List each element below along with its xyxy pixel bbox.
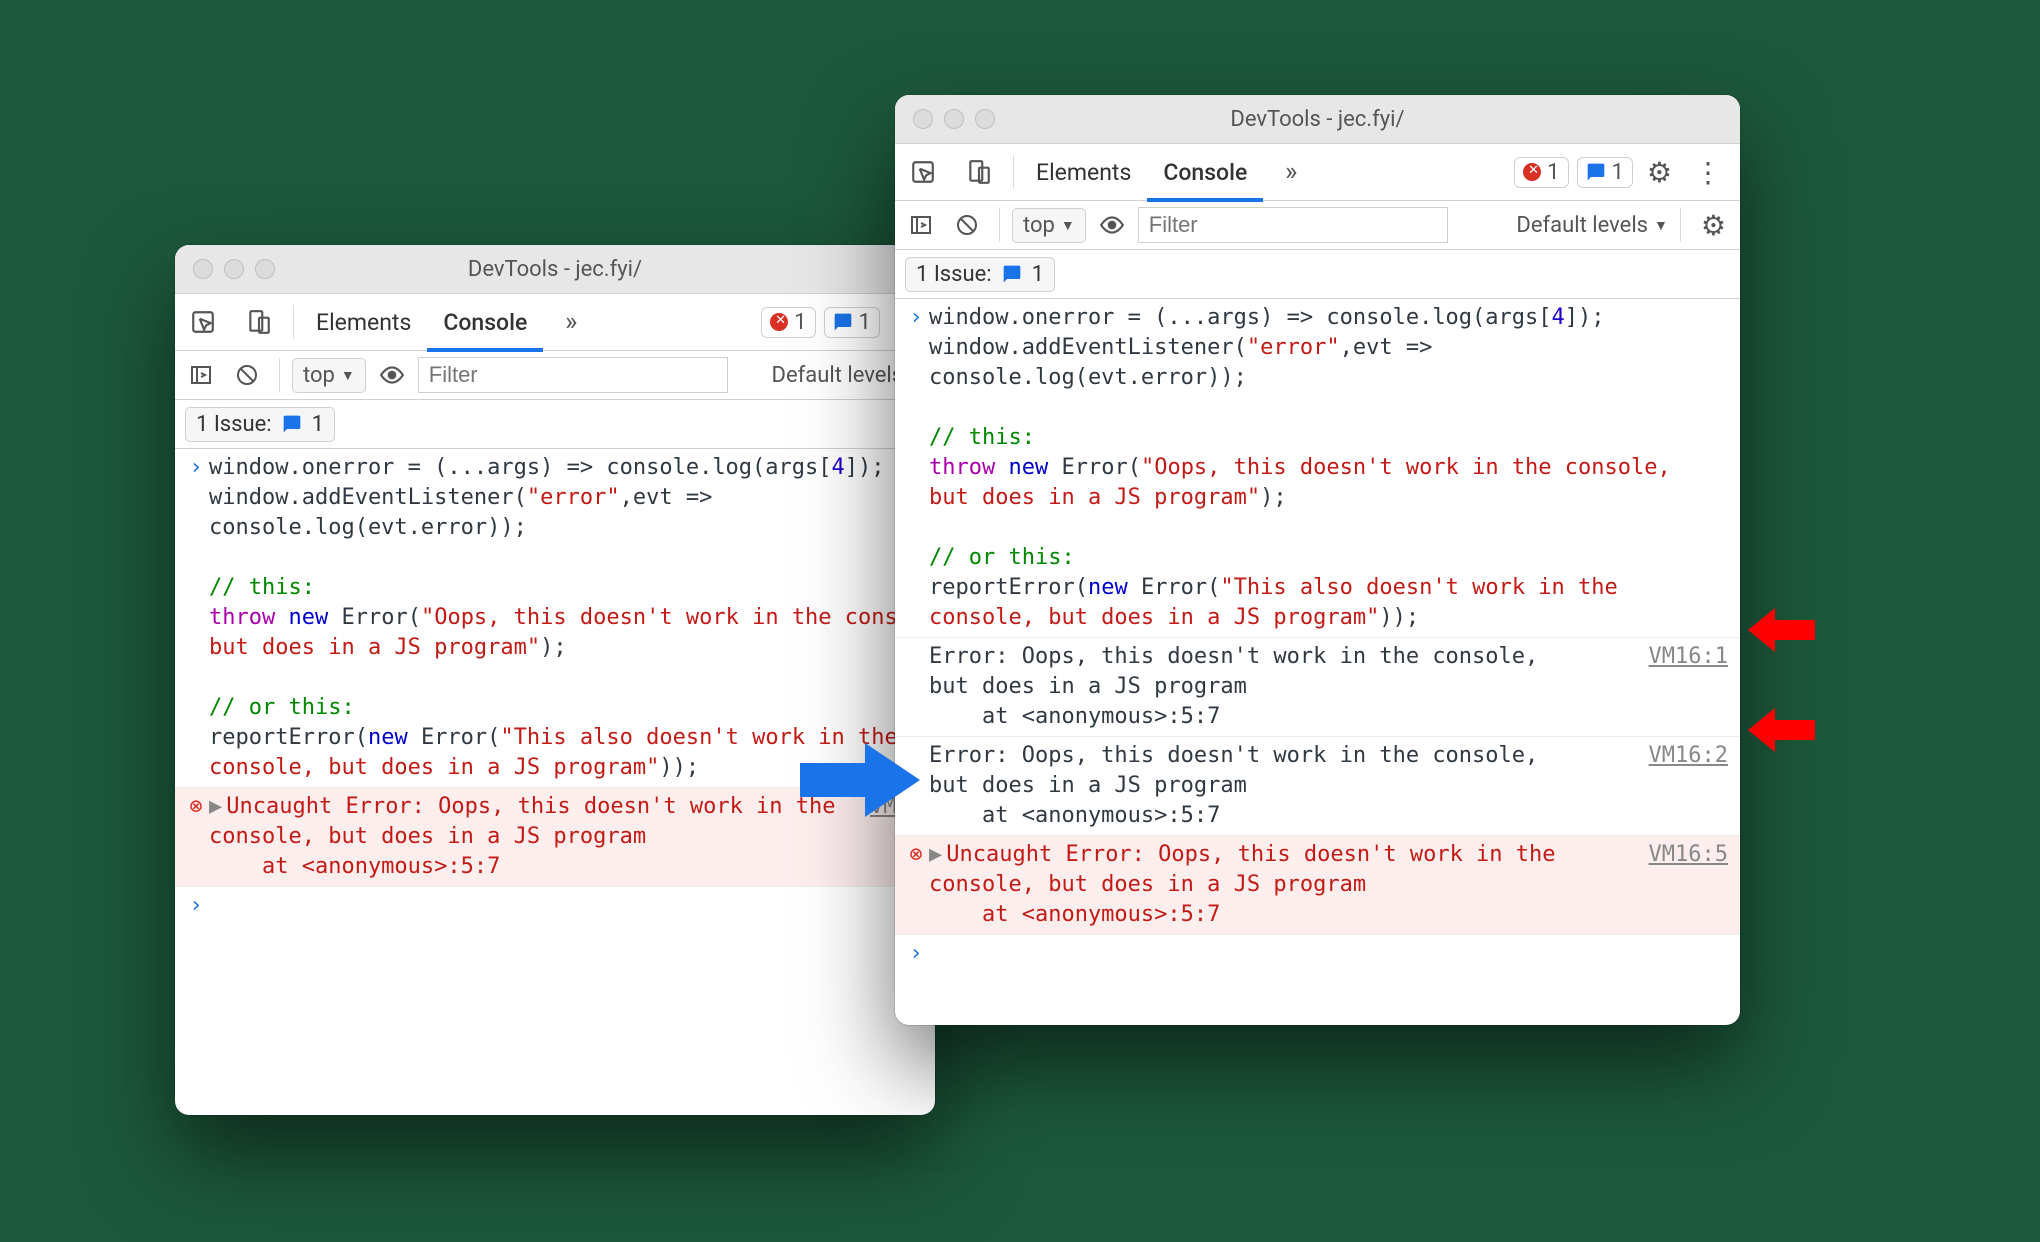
annotation-arrow-right — [795, 735, 925, 825]
issues-button[interactable]: 1 Issue:1 — [905, 257, 1055, 292]
tab-console[interactable]: Console — [1147, 142, 1263, 202]
maximize-dot[interactable] — [975, 109, 995, 129]
window-controls — [175, 259, 275, 279]
error-icon: ⊗ — [183, 792, 209, 882]
expand-icon[interactable]: ▶ — [929, 842, 942, 867]
context-selector[interactable]: top▼ — [292, 358, 366, 393]
prompt-icon: › — [183, 453, 209, 783]
context-selector[interactable]: top▼ — [1012, 208, 1086, 243]
devtools-window-right: DevTools - jec.fyi/ Elements Console » ✕… — [895, 95, 1740, 1025]
message-count-badge[interactable]: 1 — [824, 307, 880, 338]
device-icon[interactable] — [951, 159, 1007, 185]
sidebar-toggle-icon[interactable] — [901, 213, 941, 237]
sidebar-toggle-icon[interactable] — [181, 363, 221, 387]
prompt-icon: › — [903, 303, 929, 633]
more-tabs-icon[interactable]: » — [543, 307, 599, 337]
source-link[interactable]: VM16:1 — [1649, 642, 1734, 732]
log-message: Error: Oops, this doesn't work in the co… — [929, 642, 1649, 732]
more-tabs-icon[interactable]: » — [1263, 157, 1319, 187]
inspect-icon[interactable] — [895, 159, 951, 185]
tab-strip: Elements Console » ✕1 1 ⚙ ⋮ — [895, 144, 1740, 201]
annotation-arrow-left — [1745, 705, 1815, 755]
prompt-icon: › — [903, 939, 929, 969]
titlebar: DevTools - jec.fyi/ — [895, 95, 1740, 144]
console-row-error: ⊗ ▶Uncaught Error: Oops, this doesn't wo… — [895, 836, 1740, 935]
console-row-log: Error: Oops, this doesn't work in the co… — [895, 638, 1740, 737]
error-message: ▶Uncaught Error: Oops, this doesn't work… — [929, 840, 1649, 930]
tab-console[interactable]: Console — [427, 292, 543, 352]
expand-icon[interactable]: ▶ — [209, 794, 222, 819]
minimize-dot[interactable] — [224, 259, 244, 279]
console-output: › window.onerror = (...args) => console.… — [175, 449, 935, 925]
close-dot[interactable] — [913, 109, 933, 129]
console-row-prompt[interactable]: › — [175, 887, 935, 925]
tab-strip: Elements Console » ✕1 1 ⚙ — [175, 294, 935, 351]
source-link[interactable]: VM16:2 — [1649, 741, 1734, 831]
minimize-dot[interactable] — [944, 109, 964, 129]
issues-button[interactable]: 1 Issue:1 — [185, 407, 335, 442]
console-row-prompt[interactable]: › — [895, 935, 1740, 973]
issues-bar: 1 Issue:1 — [175, 400, 935, 449]
close-dot[interactable] — [193, 259, 213, 279]
window-controls — [895, 109, 995, 129]
kebab-icon[interactable]: ⋮ — [1686, 156, 1730, 189]
console-code: window.onerror = (...args) => console.lo… — [929, 303, 1734, 633]
log-message: Error: Oops, this doesn't work in the co… — [929, 741, 1649, 831]
maximize-dot[interactable] — [255, 259, 275, 279]
source-link[interactable]: VM16:5 — [1649, 840, 1734, 930]
error-icon: ⊗ — [903, 840, 929, 930]
live-expr-icon[interactable] — [1092, 212, 1132, 238]
issues-bar: 1 Issue:1 — [895, 250, 1740, 299]
settings-icon[interactable]: ⚙ — [1693, 209, 1734, 242]
console-row-log: Error: Oops, this doesn't work in the co… — [895, 737, 1740, 836]
titlebar: DevTools - jec.fyi/ — [175, 245, 935, 294]
console-row-input: › window.onerror = (...args) => console.… — [895, 299, 1740, 638]
error-message: ▶Uncaught Error: Oops, this doesn't work… — [209, 792, 870, 882]
settings-icon[interactable]: ⚙ — [1641, 156, 1678, 189]
devtools-window-left: DevTools - jec.fyi/ Elements Console » ✕… — [175, 245, 935, 1115]
levels-selector[interactable]: Default levels▼ — [1516, 213, 1667, 238]
inspect-icon[interactable] — [175, 309, 231, 335]
console-code: window.onerror = (...args) => console.lo… — [209, 453, 935, 783]
console-toolbar: top▼ Default levels▼ — [175, 351, 935, 400]
tab-elements[interactable]: Elements — [300, 294, 427, 350]
error-count-badge[interactable]: ✕1 — [1514, 157, 1568, 188]
annotation-arrow-left — [1745, 605, 1815, 655]
error-count-badge[interactable]: ✕1 — [761, 307, 815, 338]
window-title: DevTools - jec.fyi/ — [895, 107, 1740, 132]
message-count-badge[interactable]: 1 — [1577, 157, 1633, 188]
prompt-icon: › — [183, 891, 209, 921]
console-output: › window.onerror = (...args) => console.… — [895, 299, 1740, 973]
clear-icon[interactable] — [947, 213, 987, 237]
filter-input[interactable] — [1138, 207, 1448, 243]
console-toolbar: top▼ Default levels▼ ⚙ — [895, 201, 1740, 250]
filter-input[interactable] — [418, 357, 728, 393]
device-icon[interactable] — [231, 309, 287, 335]
live-expr-icon[interactable] — [372, 362, 412, 388]
window-title: DevTools - jec.fyi/ — [175, 257, 935, 282]
clear-icon[interactable] — [227, 363, 267, 387]
tab-elements[interactable]: Elements — [1020, 144, 1147, 200]
